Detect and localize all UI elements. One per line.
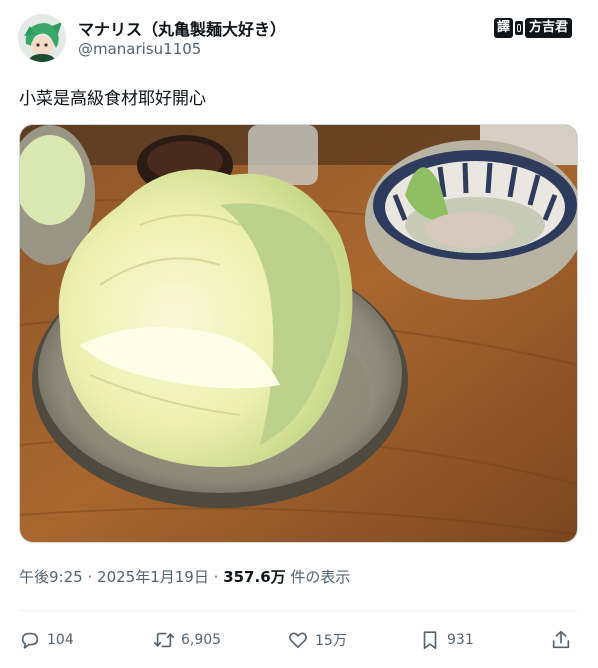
watermark-left: 譯 bbox=[493, 18, 513, 38]
view-count-label: 件の表示 bbox=[290, 568, 351, 586]
watermark-right: 方吉君 bbox=[524, 18, 572, 38]
bookmark-button[interactable]: 931 bbox=[419, 624, 474, 656]
tweet-actions: 104 6,905 15万 931 bbox=[19, 624, 578, 656]
reply-count: 104 bbox=[47, 632, 74, 648]
like-button[interactable]: 15万 bbox=[287, 624, 347, 656]
tweet-header: マナリス（丸亀製麺大好き） @manarisu1105 譯 方吉君 bbox=[18, 12, 578, 64]
reply-button[interactable]: 104 bbox=[19, 624, 74, 656]
repost-button[interactable]: 6,905 bbox=[153, 624, 221, 656]
like-count: 15万 bbox=[315, 633, 347, 649]
author-handle[interactable]: @manarisu1105 bbox=[78, 40, 201, 58]
avatar[interactable] bbox=[18, 14, 66, 62]
share-icon bbox=[552, 630, 570, 649]
tweet-date[interactable]: 2025年1月19日 bbox=[97, 568, 209, 586]
tweet-meta: 午後9:25 · 2025年1月19日 · 357.6万 件の表示 bbox=[19, 566, 350, 587]
tweet-text: 小菜是高級食材耶好開心 bbox=[19, 89, 206, 109]
watermark-separator bbox=[514, 21, 523, 35]
like-icon bbox=[289, 632, 307, 649]
tweet-photo[interactable] bbox=[19, 124, 578, 543]
bookmark-count: 931 bbox=[447, 632, 474, 648]
bookmark-icon bbox=[423, 631, 437, 650]
share-button[interactable] bbox=[550, 624, 572, 656]
meta-separator: · bbox=[213, 568, 219, 586]
translator-watermark: 譯 方吉君 bbox=[493, 18, 572, 38]
author-display-name[interactable]: マナリス（丸亀製麺大好き） bbox=[78, 16, 286, 40]
view-count: 357.6万 bbox=[223, 568, 286, 586]
divider bbox=[19, 610, 578, 611]
tweet-time[interactable]: 午後9:25 bbox=[19, 568, 83, 586]
meta-separator: · bbox=[87, 568, 93, 586]
repost-count: 6,905 bbox=[181, 632, 222, 648]
reply-icon bbox=[21, 632, 39, 649]
repost-icon bbox=[154, 632, 174, 648]
cabbage-dish-image bbox=[20, 125, 577, 542]
